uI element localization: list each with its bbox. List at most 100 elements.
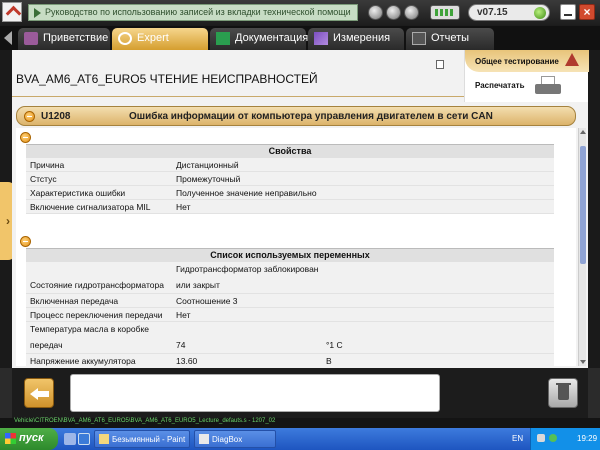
var-name: передач bbox=[30, 340, 63, 350]
properties-table: Свойства Причина Дистанционный Стстус Пр… bbox=[26, 144, 554, 214]
var-name: Процесс переключения передачи bbox=[30, 310, 163, 320]
table-row: Температура масла в коробке передач 74 °… bbox=[26, 322, 554, 354]
fault-code: U1208 bbox=[41, 111, 71, 122]
prop-value: Нет bbox=[176, 202, 191, 212]
expand-icon[interactable] bbox=[436, 60, 444, 69]
prop-name: Причина bbox=[30, 160, 65, 170]
var-name: Включенная передача bbox=[30, 296, 119, 306]
info-ticker[interactable]: Руководство по использованию записей из … bbox=[28, 4, 358, 21]
vertical-scrollbar[interactable] bbox=[578, 128, 586, 366]
prop-name: Характеристика ошибки bbox=[30, 188, 126, 198]
clock: 19:29 bbox=[577, 434, 598, 443]
table-row: Напряжение аккумулятора 13.60 В bbox=[26, 354, 554, 366]
network-icon[interactable] bbox=[386, 5, 401, 20]
nav-back-icon[interactable] bbox=[4, 31, 12, 45]
main-tabs: Приветствие Expert Документация Измерени… bbox=[0, 26, 600, 50]
scroll-down-icon[interactable] bbox=[580, 360, 586, 364]
variables-table: Список используемых переменных Состояние… bbox=[26, 248, 554, 366]
table-row: Причина Дистанционный bbox=[26, 158, 554, 172]
taskbar-item-diagbox[interactable]: DiagBox bbox=[194, 430, 276, 448]
battery-indicator-icon bbox=[430, 5, 460, 20]
windows-logo-icon bbox=[5, 433, 16, 444]
tab-label: Expert bbox=[137, 32, 169, 44]
properties-header: Свойства bbox=[26, 144, 554, 158]
prop-name: Включение сигнализатора MIL bbox=[30, 202, 151, 212]
status-bar: Vehicle\CITROEN\BVA_AM6_AT6_EURO5\BVA_AM… bbox=[0, 418, 600, 428]
print-label[interactable]: Распечатать bbox=[475, 81, 525, 90]
table-row: Включенная передача Соотношение 3 bbox=[26, 294, 554, 308]
action-card: Общее тестирование Распечатать bbox=[464, 50, 589, 102]
prop-value: Полученное значение неправильно bbox=[176, 188, 317, 198]
documentation-icon bbox=[216, 32, 230, 45]
start-button[interactable]: пуск bbox=[0, 428, 58, 450]
tray-icon[interactable] bbox=[549, 434, 557, 442]
var-value: 13.60 bbox=[176, 356, 198, 366]
divider bbox=[12, 96, 464, 97]
fault-details[interactable]: Свойства Причина Дистанционный Стстус Пр… bbox=[16, 128, 576, 366]
var-value: Нет bbox=[176, 310, 191, 320]
var-unit: °1 C bbox=[326, 340, 343, 350]
home-icon bbox=[24, 32, 38, 45]
taskbar-item-paint[interactable]: Безымянный - Paint bbox=[94, 430, 190, 448]
update-status-icon bbox=[534, 7, 546, 19]
version-badge[interactable]: v07.15 bbox=[468, 4, 550, 21]
ticker-text: Руководство по использованию записей из … bbox=[45, 7, 351, 17]
recycle-bin-button[interactable] bbox=[548, 378, 578, 408]
global-test-label: Общее тестирование bbox=[475, 57, 559, 66]
close-button[interactable]: × bbox=[579, 4, 595, 20]
tray-icon[interactable] bbox=[537, 434, 545, 442]
search-icon bbox=[118, 32, 132, 45]
top-bar: Руководство по использованию записей из … bbox=[0, 0, 600, 26]
language-indicator[interactable]: EN bbox=[512, 434, 523, 443]
page-title: BVA_AM6_AT6_EURO5 ЧТЕНИЕ НЕИСПРАВНОСТЕЙ bbox=[16, 72, 318, 86]
fault-description: Ошибка информации от компьютера управлен… bbox=[129, 111, 493, 122]
var-value: Соотношение 3 bbox=[176, 296, 238, 306]
back-button[interactable] bbox=[24, 378, 54, 408]
var-value: Гидротрансформатор заблокирован bbox=[176, 264, 319, 274]
tab-measurements[interactable]: Измерения bbox=[308, 28, 404, 50]
main-panel: BVA_AM6_AT6_EURO5 ЧТЕНИЕ НЕИСПРАВНОСТЕЙ … bbox=[12, 50, 589, 368]
printer-icon[interactable] bbox=[535, 76, 563, 96]
table-row: Процесс переключения передачи Нет bbox=[26, 308, 554, 322]
citroen-logo bbox=[2, 2, 22, 22]
var-value: 74 bbox=[176, 340, 186, 350]
tab-welcome[interactable]: Приветствие bbox=[18, 28, 110, 50]
global-test-button[interactable]: Общее тестирование bbox=[465, 50, 589, 72]
scroll-up-icon[interactable] bbox=[580, 130, 586, 134]
task-label: Безымянный - Paint bbox=[112, 435, 186, 444]
start-label: пуск bbox=[19, 432, 44, 444]
tab-label: Документация bbox=[235, 32, 309, 44]
tab-expert[interactable]: Expert bbox=[112, 28, 208, 50]
version-label: v07.15 bbox=[477, 7, 508, 18]
var-name: Температура масла в коробке bbox=[30, 324, 149, 334]
collapse-variables-icon[interactable] bbox=[20, 236, 31, 247]
message-area bbox=[70, 374, 440, 412]
var-name: Состояние гидротрансформатора bbox=[30, 280, 164, 290]
windows-taskbar: пуск Безымянный - Paint DiagBox EN 19:29 bbox=[0, 428, 600, 450]
system-tray: 19:29 bbox=[530, 428, 600, 450]
warning-icon bbox=[565, 53, 579, 66]
right-strip bbox=[588, 50, 600, 368]
settings-icon[interactable] bbox=[404, 5, 419, 20]
tab-documentation[interactable]: Документация bbox=[210, 28, 309, 50]
scroll-thumb[interactable] bbox=[580, 146, 586, 264]
fault-header[interactable]: U1208 Ошибка информации от компьютера уп… bbox=[16, 106, 576, 126]
var-unit: В bbox=[326, 356, 332, 366]
power-icon[interactable] bbox=[368, 5, 383, 20]
prop-value: Дистанционный bbox=[176, 160, 239, 170]
bottom-action-bar bbox=[12, 368, 588, 418]
table-row: Стстус Промежуточный bbox=[26, 172, 554, 186]
collapse-icon[interactable] bbox=[24, 111, 35, 122]
tab-reports[interactable]: Отчеты bbox=[406, 28, 494, 50]
quicklaunch-icon[interactable] bbox=[64, 433, 76, 445]
collapse-properties-icon[interactable] bbox=[20, 132, 31, 143]
tab-label: Приветствие bbox=[43, 32, 109, 44]
table-row: Характеристика ошибки Полученное значени… bbox=[26, 186, 554, 200]
table-row: Состояние гидротрансформатора Гидротранс… bbox=[26, 262, 554, 294]
minimize-button[interactable] bbox=[560, 4, 576, 20]
quicklaunch-icon[interactable] bbox=[78, 433, 90, 445]
tab-label: Измерения bbox=[333, 32, 391, 44]
prop-value: Промежуточный bbox=[176, 174, 241, 184]
var-name: Напряжение аккумулятора bbox=[30, 356, 136, 366]
paint-icon bbox=[99, 434, 109, 444]
